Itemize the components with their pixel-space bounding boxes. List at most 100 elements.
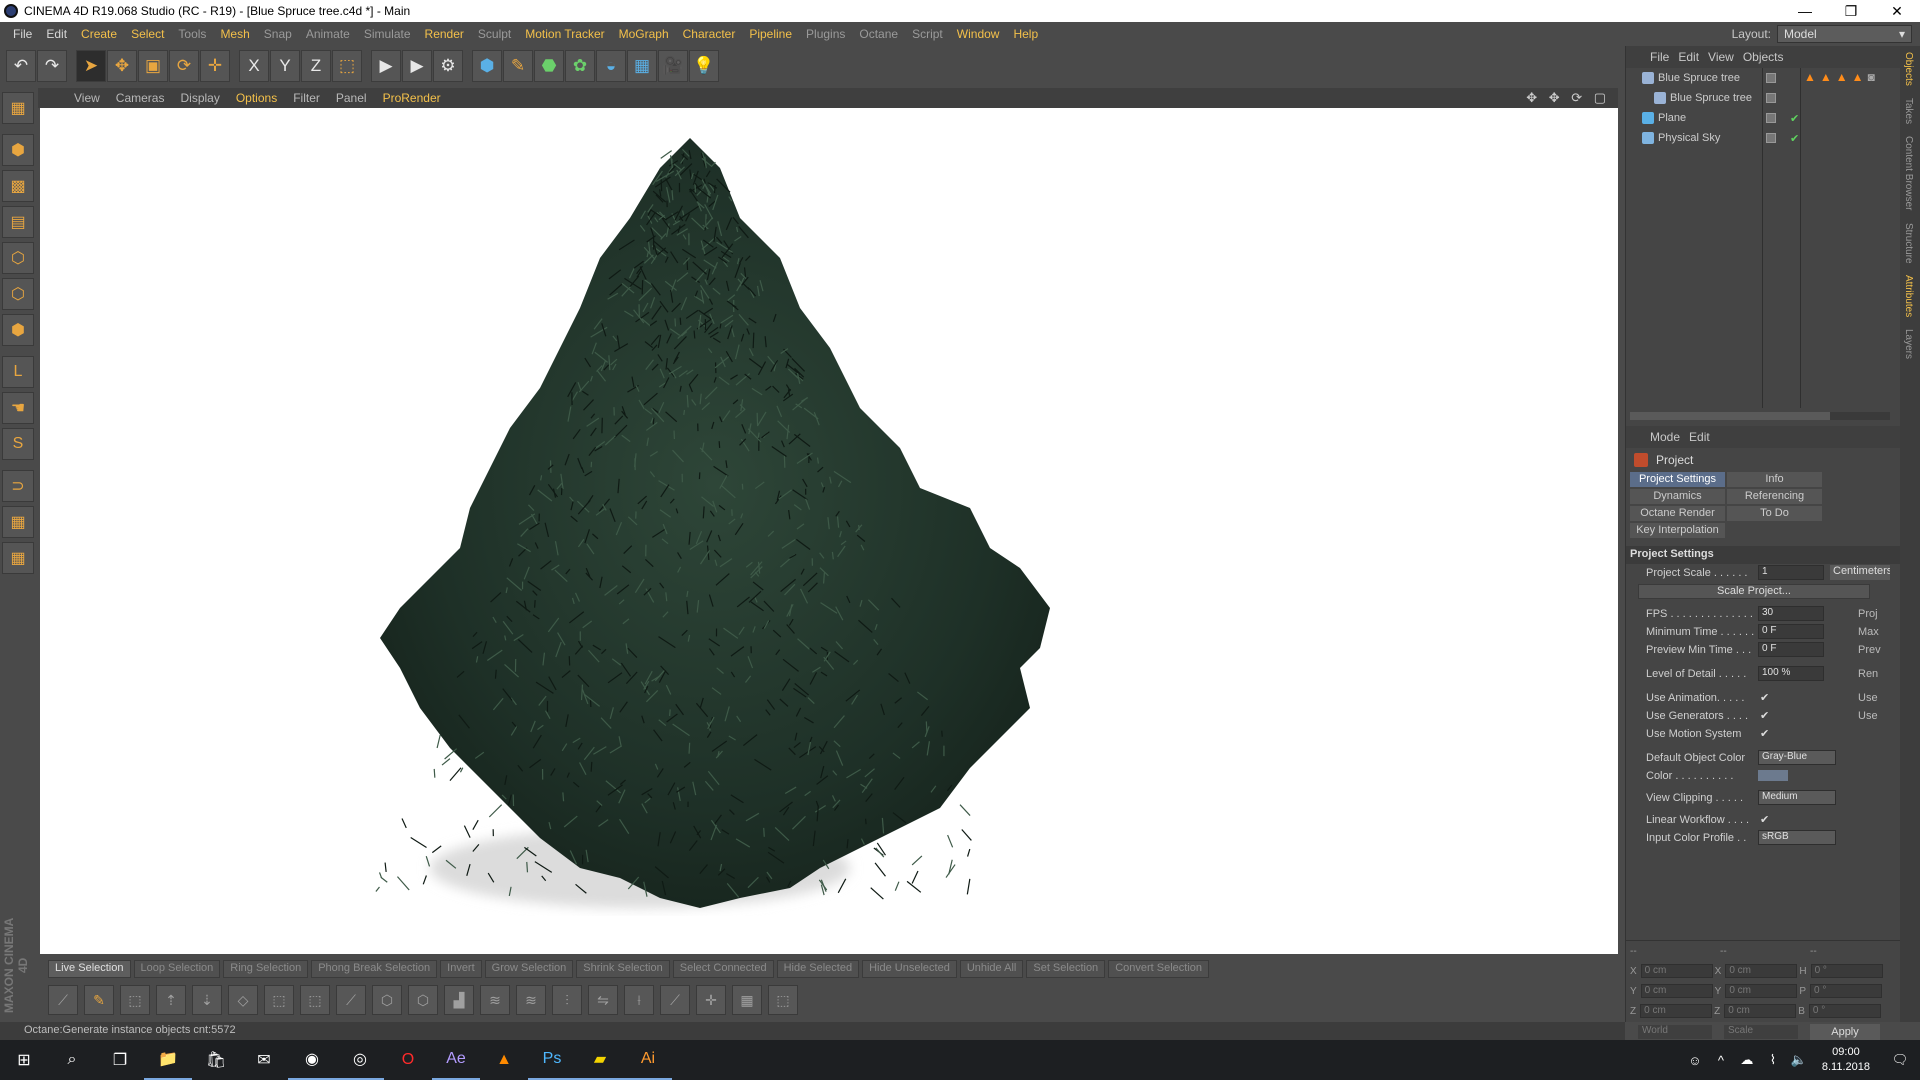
network-icon[interactable]: ⌇ bbox=[1760, 1052, 1786, 1068]
align-normals-icon[interactable]: ⫶ bbox=[552, 985, 582, 1015]
project-scale-unit[interactable]: Centimeters bbox=[1830, 565, 1890, 580]
move-icon[interactable]: ✥ bbox=[107, 50, 137, 82]
texture-mode-icon[interactable]: ▩ bbox=[2, 170, 34, 202]
side-tab-attributes[interactable]: Attributes bbox=[1900, 269, 1917, 323]
menu-window[interactable]: Window bbox=[950, 27, 1007, 41]
render-view-icon[interactable]: ▶ bbox=[371, 50, 401, 82]
mode-dropdown[interactable]: Scale bbox=[1724, 1025, 1798, 1039]
minimize-button[interactable]: — bbox=[1782, 3, 1828, 19]
bevel-icon[interactable]: ◇ bbox=[228, 985, 258, 1015]
object-row[interactable]: Physical Sky ✔ bbox=[1626, 128, 1896, 148]
coord-field[interactable]: 0 ° bbox=[1808, 1004, 1881, 1018]
visibility-toggle[interactable] bbox=[1766, 133, 1776, 143]
live-selection-button[interactable]: Live Selection bbox=[48, 960, 131, 978]
coord-field[interactable]: 0 ° bbox=[1810, 984, 1883, 998]
side-tab-takes[interactable]: Takes bbox=[1900, 92, 1917, 130]
illustrator-icon[interactable]: Ai bbox=[624, 1040, 672, 1080]
snap-icon[interactable]: S bbox=[2, 428, 34, 460]
close-button[interactable]: ✕ bbox=[1874, 3, 1920, 20]
use-motion-checkbox[interactable]: ✔ bbox=[1760, 727, 1769, 740]
enabled-check-icon[interactable]: ✔ bbox=[1790, 112, 1799, 125]
after-effects-icon[interactable]: Ae bbox=[432, 1040, 480, 1080]
pen-icon[interactable]: ✎ bbox=[503, 50, 533, 82]
side-tab-structure[interactable]: Structure bbox=[1900, 217, 1917, 270]
viewport-menu-filter[interactable]: Filter bbox=[285, 91, 328, 105]
people-icon[interactable]: ☺ bbox=[1682, 1053, 1708, 1068]
tab-key-interpolation[interactable]: Key Interpolation bbox=[1630, 523, 1725, 538]
color-swatch[interactable] bbox=[1758, 770, 1788, 781]
menu-octane[interactable]: Octane bbox=[852, 27, 905, 41]
line-cut-icon[interactable]: ⟊ bbox=[624, 985, 654, 1015]
project-scale-field[interactable]: 1 bbox=[1758, 565, 1824, 580]
attribute-menu-mode[interactable]: Mode bbox=[1650, 430, 1689, 444]
object-row[interactable]: Plane ✔ bbox=[1626, 108, 1896, 128]
redo-icon[interactable]: ↷ bbox=[37, 50, 67, 82]
tweak-mode-icon[interactable]: ☚ bbox=[2, 392, 34, 424]
search-icon[interactable]: ⌕ bbox=[48, 1040, 96, 1080]
menu-character[interactable]: Character bbox=[676, 27, 743, 41]
melt-icon[interactable]: ≋ bbox=[480, 985, 510, 1015]
menu-help[interactable]: Help bbox=[1006, 27, 1045, 41]
subdivision-icon[interactable]: ⬣ bbox=[534, 50, 564, 82]
close-hole-icon[interactable]: ⬡ bbox=[408, 985, 438, 1015]
viewport-menu-options[interactable]: Options bbox=[228, 91, 285, 105]
deformer-icon[interactable]: ◒ bbox=[596, 50, 626, 82]
side-tab-layers[interactable]: Layers bbox=[1900, 323, 1917, 365]
file-explorer-icon[interactable]: 📁 bbox=[144, 1040, 192, 1080]
chevron-up-icon[interactable]: ^ bbox=[1708, 1053, 1734, 1068]
side-tab-objects[interactable]: Objects bbox=[1900, 46, 1917, 92]
cinema4d-icon[interactable]: ◎ bbox=[336, 1040, 384, 1080]
polygons-mode-icon[interactable]: ⬢ bbox=[2, 314, 34, 346]
scale-project-button[interactable]: Scale Project... bbox=[1638, 584, 1870, 599]
workplane-icon[interactable]: ▤ bbox=[2, 206, 34, 238]
menu-render[interactable]: Render bbox=[418, 27, 471, 41]
object-menu-edit[interactable]: Edit bbox=[1678, 50, 1708, 64]
tab-info[interactable]: Info bbox=[1727, 472, 1822, 487]
attribute-menu-edit[interactable]: Edit bbox=[1689, 430, 1719, 444]
object-menu-objects[interactable]: Objects bbox=[1743, 50, 1793, 64]
scroll-thumb[interactable] bbox=[1630, 412, 1830, 420]
menu-mograph[interactable]: MoGraph bbox=[612, 27, 676, 41]
task-view-icon[interactable]: ❐ bbox=[96, 1040, 144, 1080]
z-axis-icon[interactable]: Z bbox=[301, 50, 331, 82]
cube-icon[interactable]: ⬢ bbox=[472, 50, 502, 82]
tab-to-do[interactable]: To Do bbox=[1727, 506, 1822, 521]
use-animation-checkbox[interactable]: ✔ bbox=[1760, 691, 1769, 704]
axis-mode-icon[interactable]: L bbox=[2, 356, 34, 388]
menu-plugins[interactable]: Plugins bbox=[799, 27, 852, 41]
brush-icon[interactable]: ✎ bbox=[84, 985, 114, 1015]
make-editable-icon[interactable]: ▦ bbox=[2, 92, 34, 124]
default-color-dropdown[interactable]: Gray-Blue bbox=[1758, 750, 1836, 765]
add-icon[interactable]: ✛ bbox=[200, 50, 230, 82]
coord-field[interactable]: 0 cm bbox=[1725, 964, 1798, 978]
viewport-menu-prorender[interactable]: ProRender bbox=[375, 91, 449, 105]
shrink-selection-button[interactable]: Shrink Selection bbox=[576, 960, 670, 978]
rotate-icon[interactable]: ⟳ bbox=[169, 50, 199, 82]
model-mode-icon[interactable]: ⬢ bbox=[2, 134, 34, 166]
layout-dropdown[interactable]: Model ▾ bbox=[1777, 25, 1912, 43]
coord-field[interactable]: 0 cm bbox=[1640, 984, 1713, 998]
camera-icon[interactable]: 🎥 bbox=[658, 50, 688, 82]
menu-edit[interactable]: Edit bbox=[39, 27, 74, 41]
grow-selection-button[interactable]: Grow Selection bbox=[484, 960, 574, 978]
visibility-toggle[interactable] bbox=[1766, 113, 1776, 123]
maximize-button[interactable]: ❐ bbox=[1828, 3, 1874, 20]
loop-selection-button[interactable]: Loop Selection bbox=[133, 960, 221, 978]
knife-icon[interactable]: ⟋ bbox=[48, 985, 78, 1015]
render-picture-viewer-icon[interactable]: ▶ bbox=[402, 50, 432, 82]
opera-icon[interactable]: O bbox=[384, 1040, 432, 1080]
spline-tag-icon[interactable]: ▲ bbox=[1836, 70, 1848, 84]
coordinate-system-icon[interactable]: ⬚ bbox=[332, 50, 362, 82]
visibility-toggle[interactable] bbox=[1766, 93, 1776, 103]
phong-break-selection-button[interactable]: Phong Break Selection bbox=[311, 960, 438, 978]
ring-selection-button[interactable]: Ring Selection bbox=[223, 960, 309, 978]
object-menu-file[interactable]: File bbox=[1650, 50, 1678, 64]
sticky-notes-icon[interactable]: ▰ bbox=[576, 1040, 624, 1080]
lod-field[interactable]: 100 % bbox=[1758, 666, 1824, 681]
coord-field[interactable]: 0 cm bbox=[1725, 984, 1798, 998]
menu-tools[interactable]: Tools bbox=[171, 27, 213, 41]
coord-field[interactable]: 0 cm bbox=[1640, 964, 1713, 978]
hide-selected-button[interactable]: Hide Selected bbox=[776, 960, 860, 978]
live-selection-icon[interactable]: ➤ bbox=[76, 50, 106, 82]
viewport-3d[interactable] bbox=[40, 108, 1618, 954]
